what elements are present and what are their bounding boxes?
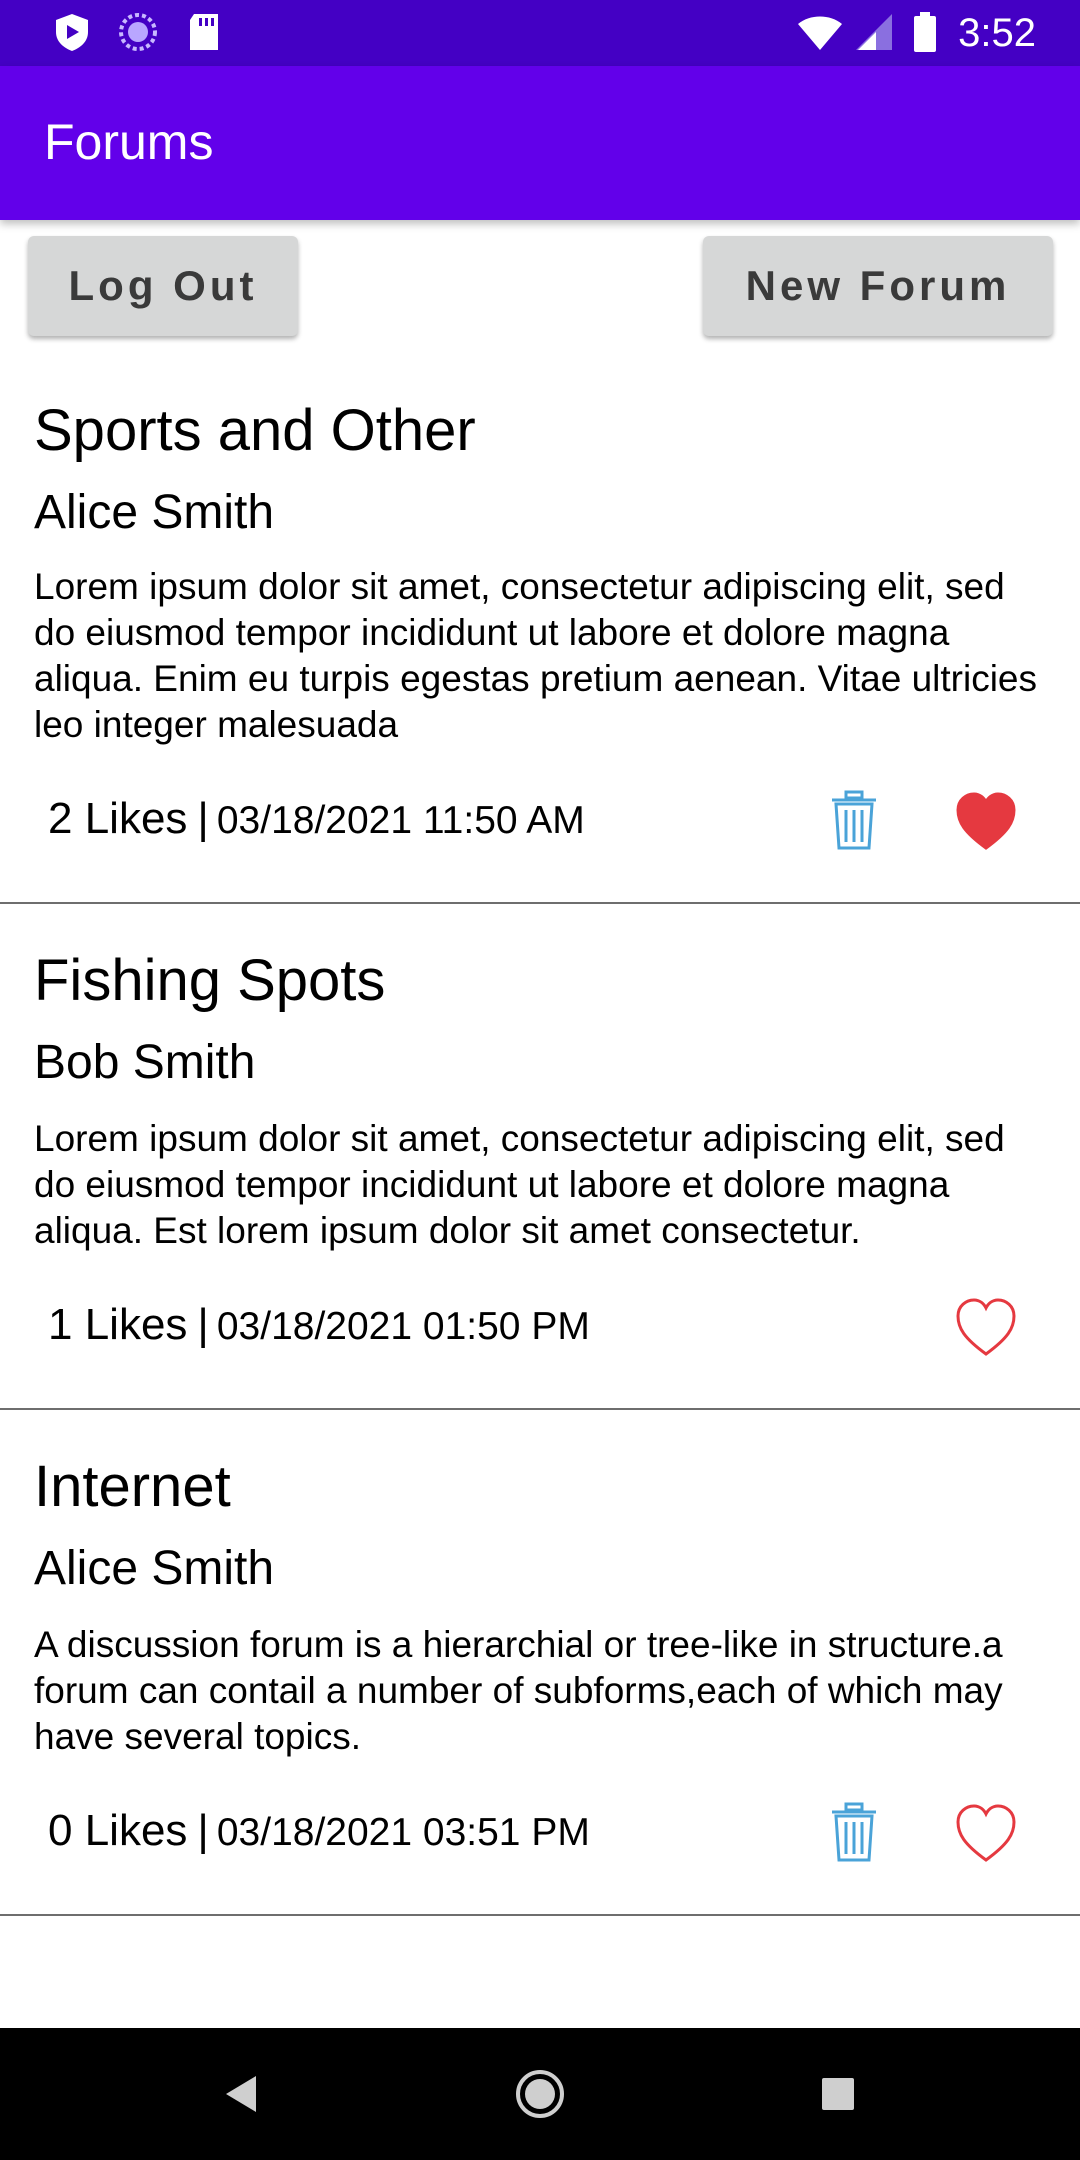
status-bar: 3:52 <box>0 0 1080 66</box>
recents-icon[interactable] <box>808 2064 868 2124</box>
shield-icon <box>56 14 88 51</box>
likes-count: 1 Likes <box>48 1300 188 1349</box>
status-time: 3:52 <box>958 11 1036 55</box>
forum-title: Sports and Other <box>34 398 476 463</box>
delete-icon[interactable] <box>822 1800 886 1864</box>
heart-outline-icon[interactable] <box>954 1296 1018 1360</box>
post-date: 03/18/2021 11:50 AM <box>216 799 585 842</box>
sync-icon <box>119 13 157 51</box>
forum-title: Fishing Spots <box>34 948 386 1013</box>
wifi-icon <box>798 16 842 50</box>
back-icon[interactable] <box>212 2064 272 2124</box>
delete-icon[interactable] <box>822 788 886 852</box>
likes-count: 2 Likes <box>48 794 188 843</box>
forum-meta: 0 Likes | 03/18/2021 03:51 PM <box>48 1804 590 1860</box>
forum-title: Internet <box>34 1454 231 1519</box>
meta-separator: | <box>197 1300 209 1349</box>
forum-card[interactable]: Fishing Spots Bob Smith Lorem ipsum dolo… <box>0 904 1080 1410</box>
forum-author: Bob Smith <box>34 1036 256 1089</box>
heart-icon[interactable] <box>954 790 1018 854</box>
new-forum-button[interactable]: New Forum <box>703 236 1053 336</box>
forum-meta: 1 Likes | 03/18/2021 01:50 PM <box>48 1298 590 1354</box>
navigation-bar <box>0 2028 1080 2160</box>
forum-meta: 2 Likes | 03/18/2021 11:50 AM <box>48 792 585 848</box>
signal-icon <box>856 14 892 50</box>
forum-author: Alice Smith <box>34 486 275 539</box>
home-icon[interactable] <box>510 2064 570 2124</box>
post-date: 03/18/2021 03:51 PM <box>216 1811 590 1854</box>
meta-separator: | <box>197 794 209 843</box>
app-bar: Forums <box>0 66 1080 220</box>
forum-body: Lorem ipsum dolor sit amet, consectetur … <box>34 1118 1005 1251</box>
forum-card[interactable]: Internet Alice Smith A discussion forum … <box>0 1410 1080 1916</box>
forum-author: Alice Smith <box>34 1542 275 1595</box>
meta-separator: | <box>197 1806 209 1855</box>
post-date: 03/18/2021 01:50 PM <box>216 1305 590 1348</box>
logout-button[interactable]: Log Out <box>28 236 298 336</box>
heart-outline-icon[interactable] <box>954 1802 1018 1866</box>
forum-body: Lorem ipsum dolor sit amet, consectetur … <box>34 566 1037 745</box>
battery-icon <box>914 12 936 52</box>
forum-card[interactable]: Sports and Other Alice Smith Lorem ipsum… <box>0 366 1080 904</box>
page-title: Forums <box>44 114 214 170</box>
likes-count: 0 Likes <box>48 1806 188 1855</box>
sd-card-icon <box>190 14 218 50</box>
forum-body: A discussion forum is a hierarchial or t… <box>34 1624 1003 1757</box>
